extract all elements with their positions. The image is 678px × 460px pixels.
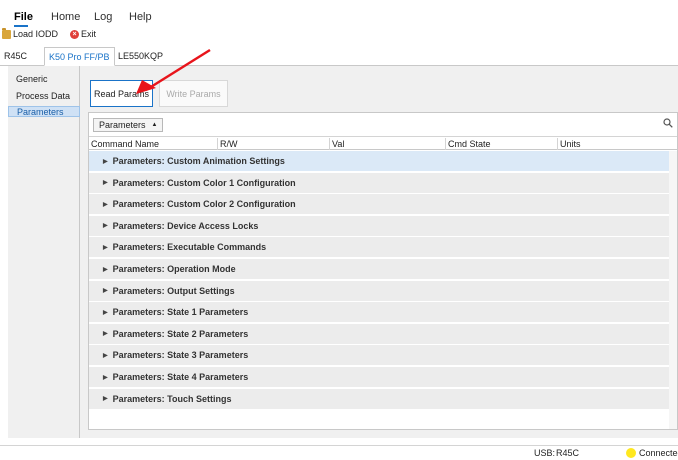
expand-triangle-icon[interactable]: ▶ <box>103 179 108 186</box>
expand-triangle-icon[interactable]: ▶ <box>103 374 108 381</box>
group-row[interactable]: ▶ Parameters: Custom Color 1 Configuratio… <box>89 172 669 194</box>
content-area: Generic Process Data Parameters Read Par… <box>8 66 678 438</box>
parameters-grid: Parameters ▲ Command Name R/W Val Cmd St… <box>88 112 678 430</box>
menu-home[interactable]: Home <box>51 11 80 23</box>
load-iodd-label: Load IODD <box>13 29 59 39</box>
expand-triangle-icon[interactable]: ▶ <box>103 222 108 229</box>
connection-status-indicator <box>626 448 636 458</box>
connection-state: Connected <box>639 448 678 458</box>
load-iodd-button[interactable]: Load IODD <box>2 27 58 41</box>
menu-log[interactable]: Log <box>94 11 112 23</box>
group-row[interactable]: ▶ Parameters: State 2 Parameters <box>89 323 669 345</box>
group-row[interactable]: ▶ Parameters: Custom Color 2 Configuratio… <box>89 194 669 216</box>
column-header-units[interactable]: Units <box>557 138 677 150</box>
status-bar: USB: R45C Connected <box>0 445 678 460</box>
group-row[interactable]: ▶ Parameters: Executable Commands <box>89 237 669 259</box>
group-by-chip[interactable]: Parameters ▲ <box>93 118 164 132</box>
group-row[interactable]: ▶ Parameters: Output Settings <box>89 280 669 302</box>
group-row-label: Parameters: State 3 Parameters <box>112 350 249 361</box>
group-row-label: Parameters: Custom Animation Settings <box>112 156 285 166</box>
nav-process-data[interactable]: Process Data <box>8 91 80 102</box>
group-row-label: Parameters: Custom Color 1 Configuration <box>112 177 296 188</box>
expand-triangle-icon[interactable]: ▶ <box>103 266 108 273</box>
close-icon: × <box>70 29 79 39</box>
exit-label: Exit <box>81 29 97 39</box>
tab-r45c[interactable]: R45C <box>0 47 31 66</box>
group-row-label: Parameters: Output Settings <box>112 285 235 296</box>
exit-button[interactable]: × Exit <box>70 27 96 41</box>
tab-k50-pro[interactable]: K50 Pro FF/PB <box>44 47 115 66</box>
scrollbar[interactable] <box>669 151 677 429</box>
group-row-label: Parameters: State 1 Parameters <box>112 307 249 318</box>
column-header-cmd-state[interactable]: Cmd State <box>445 138 557 150</box>
group-row-label: Parameters: Operation Mode <box>112 264 236 274</box>
menu-file[interactable]: File <box>14 11 33 23</box>
nav-generic[interactable]: Generic <box>8 74 80 85</box>
expand-triangle-icon[interactable]: ▶ <box>103 201 108 208</box>
connection-label: USB: <box>534 448 556 458</box>
annotation-arrow-icon <box>136 48 211 94</box>
group-row[interactable]: ▶ Parameters: State 3 Parameters <box>89 345 669 367</box>
expand-triangle-icon[interactable]: ▶ <box>103 158 108 165</box>
device-tabs: R45C K50 Pro FF/PB LE550KQP <box>0 47 678 66</box>
group-by-label: Parameters <box>99 120 146 130</box>
group-row[interactable]: ▶ Parameters: Custom Animation Settings <box>89 151 669 172</box>
expand-triangle-icon[interactable]: ▶ <box>103 395 108 402</box>
group-row-label: Parameters: Touch Settings <box>112 393 232 404</box>
column-header-rw[interactable]: R/W <box>217 138 329 150</box>
expand-triangle-icon[interactable]: ▶ <box>103 352 108 359</box>
toolbar: Load IODD × Exit <box>0 27 678 42</box>
column-header-row: Command Name R/W Val Cmd State Units <box>89 138 677 150</box>
main-panel: Read Params Write Params Parameters ▲ Co… <box>80 66 678 438</box>
group-row[interactable]: ▶ Parameters: Touch Settings <box>89 388 669 410</box>
group-row[interactable]: ▶ Parameters: State 1 Parameters <box>89 302 669 324</box>
group-row-label: Parameters: State 4 Parameters <box>112 372 249 382</box>
group-row[interactable]: ▶ Parameters: Operation Mode <box>89 259 669 280</box>
folder-icon <box>2 27 11 39</box>
expand-triangle-icon[interactable]: ▶ <box>103 309 108 316</box>
group-row[interactable]: ▶ Parameters: State 4 Parameters <box>89 367 669 388</box>
nav-parameters[interactable]: Parameters <box>8 106 80 117</box>
group-row[interactable]: ▶ Parameters: Device Access Locks <box>89 215 669 237</box>
expand-triangle-icon[interactable]: ▶ <box>103 244 108 251</box>
group-row-label: Parameters: Custom Color 2 Configuration <box>112 199 296 210</box>
sort-ascending-icon: ▲ <box>151 122 158 128</box>
side-nav: Generic Process Data Parameters <box>8 66 80 438</box>
menu-help[interactable]: Help <box>129 11 152 23</box>
group-row-label: Parameters: Executable Commands <box>112 242 267 253</box>
menu-bar: File Home Log Help <box>0 0 678 27</box>
group-row-label: Parameters: Device Access Locks <box>112 220 259 231</box>
group-by-bar: Parameters ▲ <box>89 113 677 137</box>
group-row-label: Parameters: State 2 Parameters <box>112 328 249 339</box>
column-header-val[interactable]: Val <box>329 138 445 150</box>
expand-triangle-icon[interactable]: ▶ <box>103 287 108 294</box>
connection-device: R45C <box>556 448 580 458</box>
search-icon[interactable] <box>663 118 673 128</box>
column-header-command-name[interactable]: Command Name <box>89 138 217 150</box>
expand-triangle-icon[interactable]: ▶ <box>103 330 108 337</box>
